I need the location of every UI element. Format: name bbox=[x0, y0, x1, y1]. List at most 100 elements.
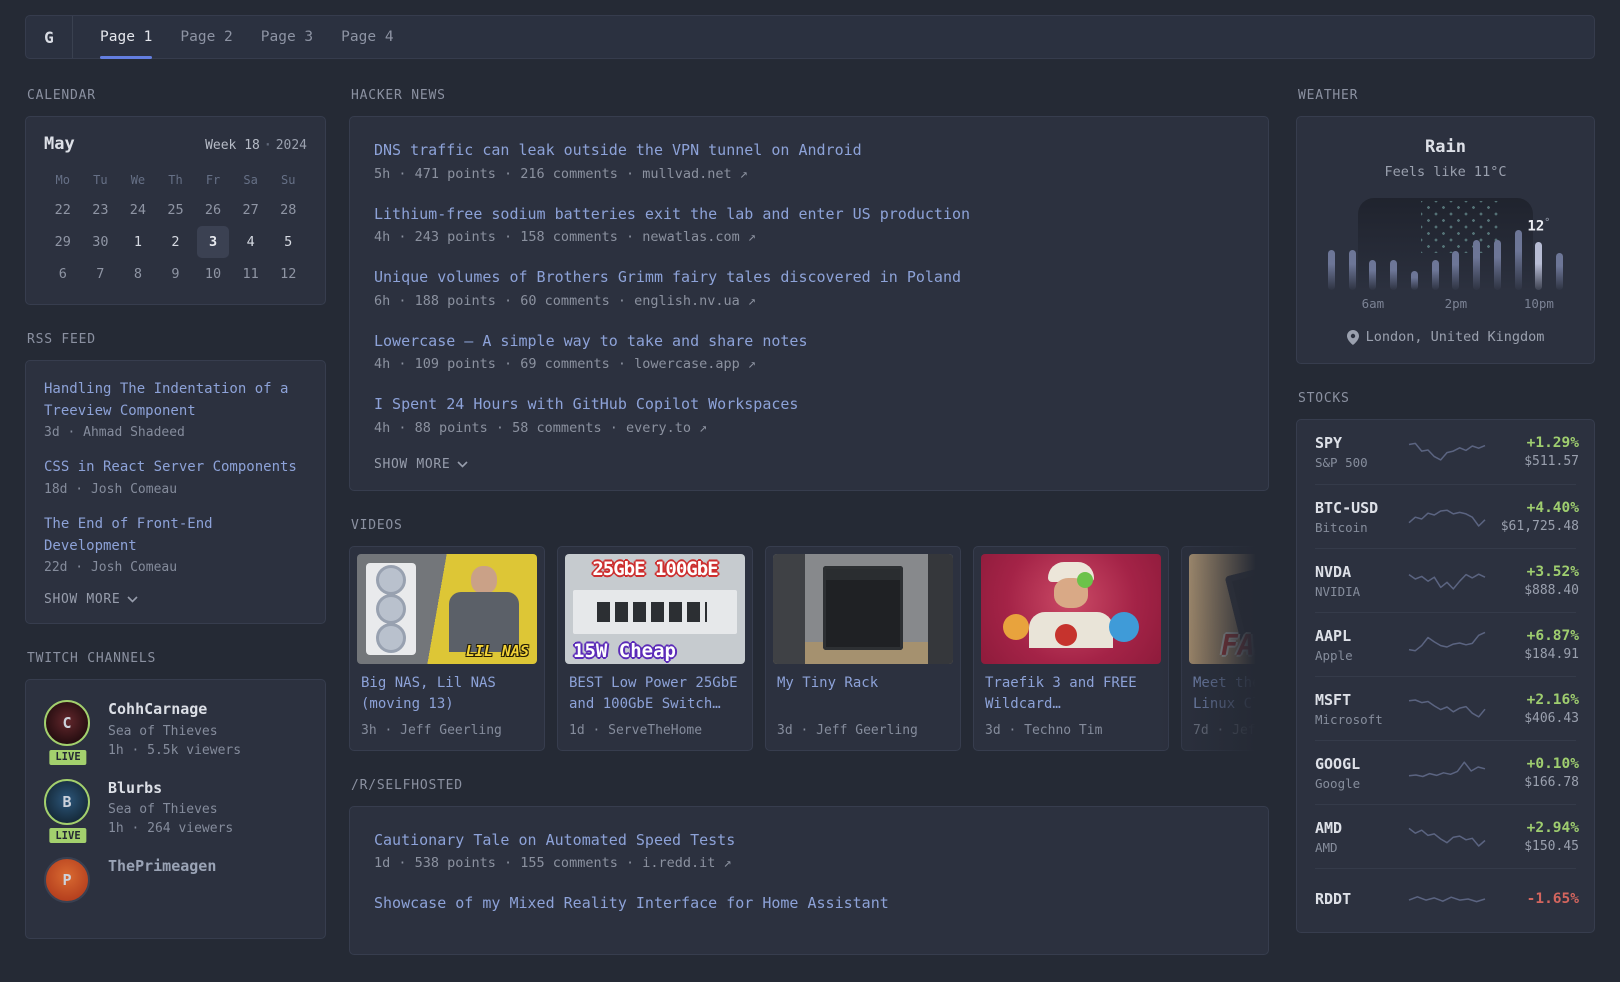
stock-ticker: RDDT bbox=[1315, 890, 1352, 908]
twitch-channel-row[interactable]: B LIVE Blurbs Sea of Thieves 1h · 264 vi… bbox=[44, 778, 307, 846]
reddit-widget: /R/SELFHOSTED Cautionary Tale on Automat… bbox=[349, 778, 1269, 955]
news-item: Lowercase – A simple way to take and sha… bbox=[374, 330, 1244, 373]
hackernews-card: DNS traffic can leak outside the VPN tun… bbox=[349, 116, 1269, 491]
news-meta[interactable]: 4h · 109 points · 69 comments · lowercas… bbox=[374, 356, 1244, 372]
weather-location-text: London, United Kingdom bbox=[1365, 329, 1545, 345]
video-thumbnail[interactable] bbox=[773, 553, 953, 664]
channel-viewers: 1h · 5.5k viewers bbox=[108, 742, 242, 758]
weather-condition: Rain bbox=[1425, 137, 1466, 157]
calendar-days-grid: 22 23 24 25 26 27 28 29 30 1 2 3 4 5 6 7 8 9 10 11 12 bbox=[44, 194, 307, 290]
avatar[interactable]: P bbox=[44, 857, 90, 904]
rss-item-title[interactable]: Handling The Indentation of a Treeview C… bbox=[44, 379, 307, 422]
video-title[interactable]: Big NAS, Lil NAS (moving 13) bbox=[361, 673, 533, 716]
news-title[interactable]: I Spent 24 Hours with GitHub Copilot Wor… bbox=[374, 393, 798, 416]
news-title[interactable]: Unique volumes of Brothers Grimm fairy t… bbox=[374, 266, 961, 289]
video-title[interactable]: Meet the n Linux Clus bbox=[1193, 673, 1269, 716]
video-thumbnail[interactable]: LIL NAS bbox=[357, 553, 537, 664]
stock-row[interactable]: SPY S&P 500 +1.29% $511.57 bbox=[1315, 420, 1579, 484]
weekday-label: We bbox=[130, 173, 146, 187]
news-title[interactable]: Lowercase – A simple way to take and sha… bbox=[374, 330, 807, 353]
channel-game[interactable]: Sea of Thieves bbox=[108, 802, 233, 817]
video-card[interactable]: 25GbE 100GbE 15W Cheap BEST Low Power 25… bbox=[557, 545, 753, 751]
stock-name: Microsoft bbox=[1315, 711, 1383, 727]
channel-name[interactable]: ThePrimeagen bbox=[108, 857, 216, 877]
video-card[interactable]: Traefik 3 and FREE Wildcard… 3d · Techno… bbox=[973, 545, 1169, 751]
weather-temp-bar bbox=[1535, 242, 1543, 290]
hackernews-show-more-button[interactable]: SHOW MORE bbox=[374, 457, 1244, 472]
tab-page-2[interactable]: Page 2 bbox=[180, 16, 232, 58]
stock-ticker: AMD bbox=[1315, 818, 1343, 837]
news-title[interactable]: DNS traffic can leak outside the VPN tun… bbox=[374, 139, 862, 162]
stock-change: -1.65% bbox=[1526, 891, 1579, 907]
video-card[interactable]: My Tiny Rack 3d · Jeff Geerling bbox=[765, 545, 961, 751]
tab-page-1[interactable]: Page 1 bbox=[100, 16, 153, 59]
channel-game[interactable]: Sea of Thieves bbox=[108, 724, 241, 739]
video-title[interactable]: Traefik 3 and FREE Wildcard… bbox=[985, 673, 1157, 716]
stock-ticker: MSFT bbox=[1315, 690, 1352, 709]
rss-item: The End of Front-End Development 22d · J… bbox=[44, 514, 307, 575]
stock-price: $406.43 bbox=[1524, 710, 1579, 726]
stocks-card: SPY S&P 500 +1.29% $511.57 BTC-USD Bitcoin … bbox=[1296, 419, 1595, 933]
thumbnail-caption: LIL NAS bbox=[465, 641, 529, 660]
weather-feels-like: Feels like 11°C bbox=[1384, 164, 1507, 180]
live-badge: LIVE bbox=[47, 826, 89, 846]
video-title[interactable]: My Tiny Rack bbox=[777, 673, 949, 716]
rss-item-title[interactable]: CSS in React Server Components bbox=[44, 457, 307, 479]
weekday-label: Mo bbox=[55, 173, 70, 187]
video-title[interactable]: BEST Low Power 25GbE and 100GbE Switch… bbox=[569, 673, 741, 716]
calendar-weekday-row: Mo Tu We Th Fr Sa Su bbox=[44, 166, 307, 194]
video-card[interactable]: LIL NAS Big NAS, Lil NAS (moving 13) 3h … bbox=[349, 545, 545, 751]
rss-item-title[interactable]: The End of Front-End Development bbox=[44, 514, 307, 557]
weekday-label: Su bbox=[280, 173, 296, 187]
twitch-channel-row[interactable]: C LIVE CohhCarnage Sea of Thieves 1h · 5… bbox=[44, 700, 307, 767]
calendar-day: 1 bbox=[133, 234, 142, 250]
video-thumbnail[interactable]: 25GbE 100GbE 15W Cheap bbox=[565, 553, 745, 664]
tab-page-3[interactable]: Page 3 bbox=[261, 16, 313, 58]
video-thumbnail[interactable] bbox=[981, 553, 1161, 664]
weather-temp-bar bbox=[1473, 240, 1481, 290]
avatar[interactable]: C bbox=[44, 700, 90, 747]
stock-row[interactable]: AAPL Apple +6.87% $184.91 bbox=[1315, 612, 1579, 676]
news-title[interactable]: Cautionary Tale on Automated Speed Tests bbox=[374, 829, 735, 852]
stock-row[interactable]: BTC-USD Bitcoin +4.40% $61,725.48 bbox=[1315, 484, 1579, 548]
right-column: WEATHER Rain Feels like 11°C 12° 6am 2pm 1… bbox=[1296, 88, 1595, 982]
middle-column: HACKER NEWS DNS traffic can leak outside… bbox=[349, 88, 1269, 982]
tab-page-4[interactable]: Page 4 bbox=[341, 16, 393, 58]
video-thumbnail[interactable]: FAS bbox=[1189, 553, 1269, 664]
news-meta[interactable]: 6h · 188 points · 60 comments · english.… bbox=[374, 293, 1244, 309]
stock-change: +2.94% bbox=[1526, 819, 1579, 836]
stock-row[interactable]: NVDA NVIDIA +3.52% $888.40 bbox=[1315, 548, 1579, 612]
calendar-day: 30 bbox=[92, 234, 109, 250]
stock-row[interactable]: GOOGL Google +0.10% $166.78 bbox=[1315, 740, 1579, 804]
rss-item: CSS in React Server Components 18d · Jos… bbox=[44, 457, 307, 497]
calendar-card: May Week 18 · 2024 Mo Tu We Th Fr Sa Su 22… bbox=[25, 116, 326, 305]
stock-name: Google bbox=[1315, 775, 1361, 791]
stock-name: AMD bbox=[1315, 839, 1338, 855]
twitch-channel-row[interactable]: P ThePrimeagen bbox=[44, 857, 307, 904]
news-meta[interactable]: 4h · 88 points · 58 comments · every.to … bbox=[374, 420, 1244, 436]
channel-info: ThePrimeagen bbox=[108, 857, 216, 903]
stock-row[interactable]: RDDT -1.65% bbox=[1315, 868, 1579, 932]
video-card[interactable]: FAS Meet the n Linux Clus 7d · Jeff Geerl… bbox=[1181, 545, 1269, 751]
news-meta[interactable]: 4h · 243 points · 158 comments · newatla… bbox=[374, 229, 1244, 245]
calendar-day: 26 bbox=[204, 202, 222, 218]
dashboard-columns: CALENDAR May Week 18 · 2024 Mo Tu We Th Fr… bbox=[0, 59, 1620, 982]
weekday-label: Th bbox=[168, 173, 183, 187]
news-title[interactable]: Showcase of my Mixed Reality Interface f… bbox=[374, 892, 889, 915]
calendar-header: May Week 18 · 2024 bbox=[44, 134, 307, 154]
avatar[interactable]: B bbox=[44, 778, 90, 825]
news-meta[interactable]: 5h · 471 points · 216 comments · mullvad… bbox=[374, 166, 1244, 182]
channel-name[interactable]: Blurbs bbox=[108, 779, 233, 799]
twitch-section-label: TWITCH CHANNELS bbox=[27, 651, 157, 667]
news-title[interactable]: Lithium-free sodium batteries exit the l… bbox=[374, 203, 970, 226]
stock-row[interactable]: MSFT Microsoft +2.16% $406.43 bbox=[1315, 676, 1579, 740]
video-meta: 3d · Techno Tim bbox=[985, 722, 1103, 738]
news-meta[interactable]: 1d · 538 points · 155 comments · i.redd.… bbox=[374, 855, 1244, 871]
avatar-wrap: B LIVE bbox=[44, 778, 92, 846]
show-more-label: SHOW MORE bbox=[44, 592, 121, 608]
channel-name[interactable]: CohhCarnage bbox=[108, 700, 241, 720]
stock-row[interactable]: AMD AMD +2.94% $150.45 bbox=[1315, 804, 1579, 868]
hackernews-section-label: HACKER NEWS bbox=[351, 88, 446, 103]
rss-show-more-button[interactable]: SHOW MORE bbox=[44, 592, 307, 607]
app-logo[interactable]: G bbox=[26, 16, 72, 58]
